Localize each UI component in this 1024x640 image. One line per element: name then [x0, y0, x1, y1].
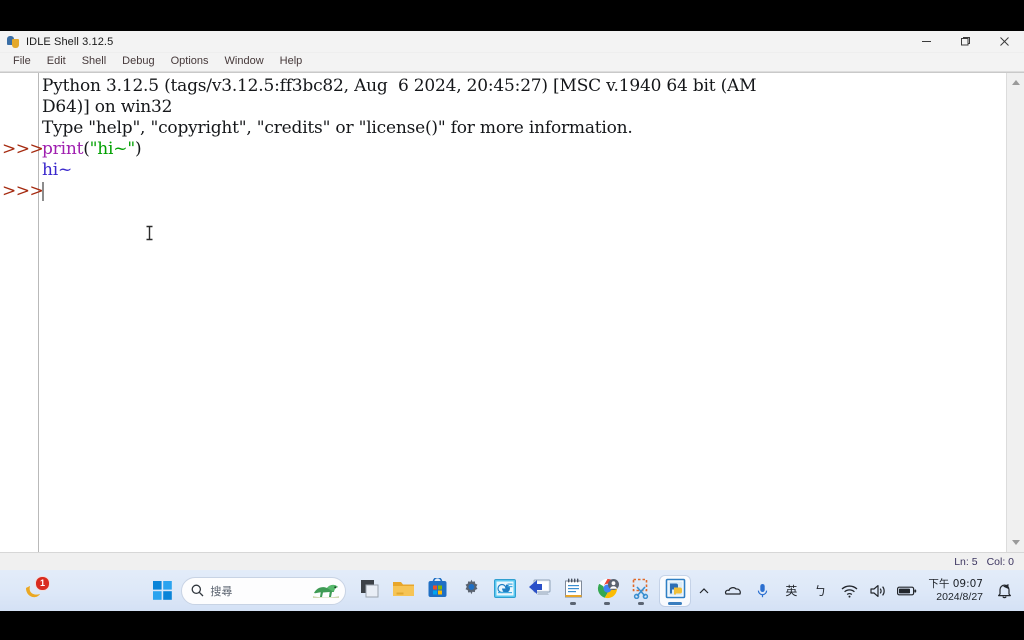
- text-caret: [42, 182, 44, 201]
- maximize-restore-button[interactable]: [946, 31, 985, 52]
- bopomofo-indicator[interactable]: ㄅ: [806, 576, 834, 606]
- shell-line: print("hi~"): [42, 139, 1006, 160]
- taskbar: 1 搜尋 英 ㄅ 下午 09:07 2024/8/27: [0, 570, 1024, 611]
- shell-output[interactable]: Python 3.12.5 (tags/v3.12.5:ff3bc82, Aug…: [39, 73, 1006, 552]
- store-bag-icon: [427, 576, 448, 604]
- hidden-icons-chevron[interactable]: [690, 576, 718, 606]
- close-button[interactable]: [985, 31, 1024, 52]
- shell-text-area[interactable]: >>> >>> Python 3.12.5 (tags/v3.12.5:ff3bc…: [0, 72, 1024, 552]
- shell-token: "hi~": [89, 139, 135, 159]
- menu-item-debug[interactable]: Debug: [114, 54, 162, 70]
- clock-time: 下午 09:07: [928, 577, 983, 590]
- taskbar-left-zone: 1: [0, 570, 147, 611]
- shell-line: D64)] on win32: [42, 97, 1006, 118]
- notification-bubble[interactable]: 1: [22, 575, 50, 603]
- chrome-button[interactable]: [592, 576, 622, 606]
- chrome-icon: [597, 578, 620, 604]
- screen-root: IDLE Shell 3.12.5 File Edit Shell Debug …: [0, 0, 1024, 640]
- wifi-icon[interactable]: [835, 576, 863, 606]
- shell-token: hi~: [42, 160, 73, 180]
- menu-item-edit[interactable]: Edit: [39, 54, 74, 70]
- status-bar: Ln: 5 Col: 0: [0, 552, 1024, 570]
- search-icon: [191, 584, 204, 597]
- shell-prompt: >>>: [2, 181, 44, 201]
- vertical-scrollbar[interactable]: [1006, 73, 1024, 552]
- shell-prompt: >>>: [2, 139, 44, 159]
- notepad-icon: [564, 578, 583, 604]
- menu-item-help[interactable]: Help: [272, 54, 311, 70]
- task-view-icon: [359, 578, 380, 604]
- menu-item-window[interactable]: Window: [217, 54, 272, 70]
- taskbar-center: 搜尋: [147, 575, 691, 606]
- notification-badge: 1: [35, 575, 50, 591]
- shell-line: Python 3.12.5 (tags/v3.12.5:ff3bc82, Aug…: [42, 76, 1006, 97]
- notepad-button[interactable]: [558, 576, 588, 606]
- shell-line: Type "help", "copyright", "credits" or "…: [42, 118, 1006, 139]
- shell-token: D64)] on win32: [42, 97, 173, 117]
- input-language-indicator[interactable]: 英: [777, 576, 805, 606]
- slide-chart-icon: [494, 578, 517, 603]
- notification-bell-icon[interactable]: [990, 576, 1018, 606]
- shell-token: ): [134, 139, 142, 159]
- idle-shell-window: IDLE Shell 3.12.5 File Edit Shell Debug …: [0, 31, 1024, 571]
- menu-item-options[interactable]: Options: [163, 54, 217, 70]
- remote-desktop-button[interactable]: [524, 576, 554, 606]
- battery-icon[interactable]: [893, 576, 921, 606]
- snipping-tool-button[interactable]: [626, 576, 656, 606]
- dragon-mascot-icon: [311, 580, 341, 602]
- shell-token: Python 3.12.5 (tags/v3.12.5:ff3bc82, Aug…: [42, 76, 757, 96]
- folder-icon: [392, 578, 415, 604]
- window-title: IDLE Shell 3.12.5: [26, 35, 114, 48]
- clock-date: 2024/8/27: [936, 590, 983, 603]
- python-idle-icon: [6, 35, 20, 49]
- settings-button[interactable]: [456, 576, 486, 606]
- scroll-up-arrow[interactable]: [1007, 75, 1024, 90]
- monitor-arrow-icon: [528, 578, 551, 603]
- letterbox-top: [0, 0, 1024, 31]
- presentation-app-button[interactable]: [490, 576, 520, 606]
- microsoft-store-button[interactable]: [422, 576, 452, 606]
- shell-token: print: [42, 139, 84, 159]
- window-controls: [907, 31, 1024, 52]
- minimize-button[interactable]: [907, 31, 946, 52]
- cloud-sync-icon[interactable]: [719, 576, 747, 606]
- menu-item-file[interactable]: File: [5, 54, 39, 70]
- shell-line: hi~: [42, 160, 1006, 181]
- volume-icon[interactable]: [864, 576, 892, 606]
- idle-shell-button[interactable]: [660, 575, 691, 606]
- menu-item-shell[interactable]: Shell: [74, 54, 114, 70]
- search-placeholder: 搜尋: [210, 584, 233, 598]
- python-idle-icon: [665, 578, 686, 604]
- title-bar-left: IDLE Shell 3.12.5: [0, 35, 113, 49]
- letterbox-bottom: [0, 611, 1024, 640]
- title-bar[interactable]: IDLE Shell 3.12.5: [0, 31, 1024, 53]
- prompt-gutter: >>> >>>: [0, 73, 44, 552]
- status-line-number: Ln: 5: [954, 555, 978, 568]
- mouse-ibeam-cursor: [145, 225, 154, 241]
- system-tray: 英 ㄅ 下午 09:07 2024/8/27: [690, 570, 1024, 611]
- scissors-icon: [631, 578, 652, 604]
- task-view-button[interactable]: [354, 576, 384, 606]
- file-explorer-button[interactable]: [388, 576, 418, 606]
- search-input[interactable]: 搜尋: [181, 576, 347, 605]
- clock[interactable]: 下午 09:07 2024/8/27: [922, 574, 989, 608]
- scroll-down-arrow[interactable]: [1007, 535, 1024, 550]
- microphone-icon[interactable]: [748, 576, 776, 606]
- status-column-number: Col: 0: [986, 555, 1014, 568]
- start-button[interactable]: [147, 576, 177, 606]
- shell-token: Type "help", "copyright", "credits" or "…: [42, 118, 633, 138]
- gear-icon: [461, 578, 482, 604]
- menu-bar: File Edit Shell Debug Options Window Help: [0, 53, 1024, 72]
